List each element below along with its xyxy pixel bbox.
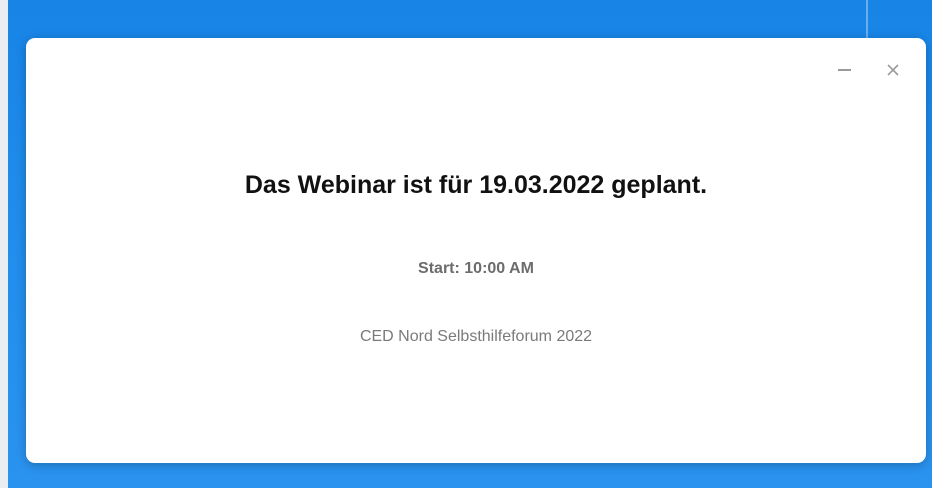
close-button[interactable] — [881, 58, 905, 82]
webinar-date-heading: Das Webinar ist für 19.03.2022 geplant. — [244, 171, 708, 199]
desktop-seam — [866, 0, 868, 40]
minimize-button[interactable] — [832, 58, 856, 82]
start-time-label: Start: 10:00 AM — [418, 260, 534, 277]
minimize-icon — [837, 69, 851, 71]
webinar-scheduled-dialog: Das Webinar ist für 19.03.2022 geplant. … — [26, 38, 926, 463]
desktop-left-edge — [0, 0, 8, 488]
event-name-label: CED Nord Selbsthilfeforum 2022 — [359, 328, 593, 345]
close-icon — [887, 64, 899, 76]
